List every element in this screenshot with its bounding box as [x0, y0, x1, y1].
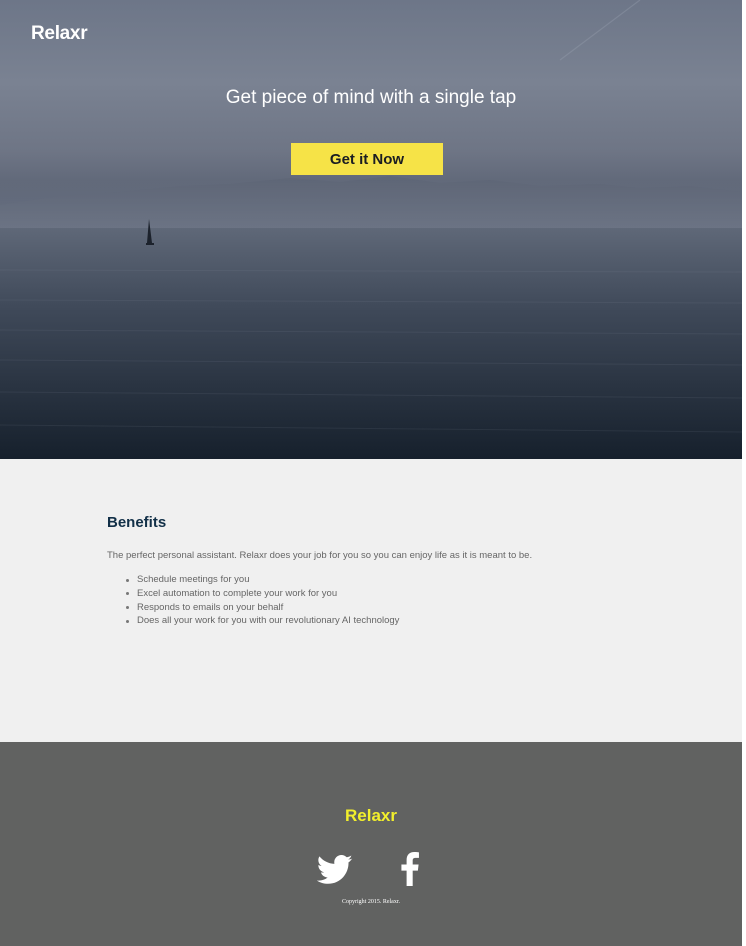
footer: Relaxr Copyright 2015. Relaxr.	[0, 742, 742, 946]
benefits-list: Schedule meetings for you Excel automati…	[125, 573, 400, 628]
benefits-title: Benefits	[107, 514, 167, 531]
facebook-icon	[401, 852, 419, 886]
benefits-description: The perfect personal assistant. Relaxr d…	[107, 550, 533, 561]
list-item: Does all your work for you with our revo…	[125, 615, 400, 627]
header-logo[interactable]: Relaxr	[31, 23, 88, 45]
list-item: Schedule meetings for you	[125, 573, 399, 587]
copyright-text: Copyright 2015. Relaxr.	[342, 899, 400, 905]
benefits-section: Benefits The perfect personal assistant.…	[0, 459, 742, 742]
facebook-link[interactable]	[401, 852, 419, 886]
hero-background-image	[0, 0, 742, 459]
list-item: Excel automation to complete your work f…	[125, 587, 399, 601]
twitter-link[interactable]	[316, 855, 353, 885]
footer-logo[interactable]: Relaxr	[0, 806, 742, 826]
list-item: Responds to emails on your behalf	[125, 601, 399, 615]
get-it-now-button[interactable]: Get it Now	[291, 143, 443, 175]
twitter-icon	[316, 855, 353, 884]
hero-tagline: Get piece of mind with a single tap	[225, 87, 517, 108]
page-edge	[742, 0, 746, 946]
hero-section: Relaxr Get piece of mind with a single t…	[0, 0, 742, 459]
